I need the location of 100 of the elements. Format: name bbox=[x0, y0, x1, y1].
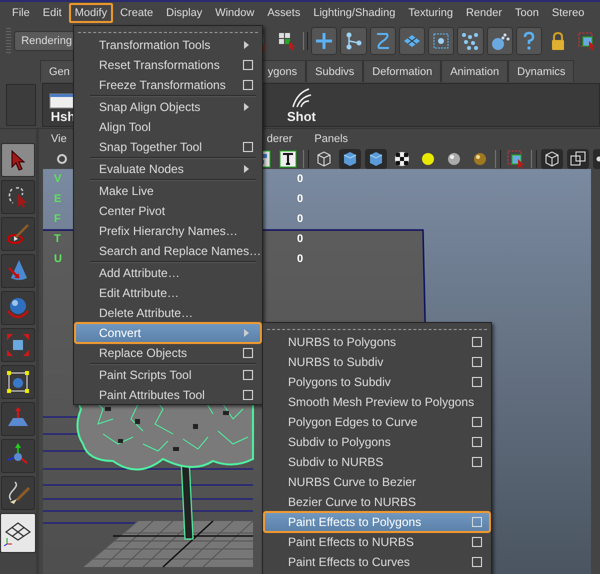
menu-item[interactable]: Render bbox=[460, 3, 508, 23]
menu-item[interactable]: Create bbox=[114, 3, 160, 23]
menu-item[interactable]: Prefix Hierarchy Names… bbox=[75, 221, 261, 241]
checker-ball-icon[interactable] bbox=[393, 150, 411, 168]
select-box-icon[interactable] bbox=[577, 31, 598, 51]
particles-icon[interactable] bbox=[460, 31, 480, 51]
menu-item[interactable]: Subdiv to Polygons bbox=[264, 432, 490, 452]
menu-item[interactable]: Search and Replace Names… bbox=[75, 241, 261, 261]
menu-item[interactable]: Toon bbox=[509, 3, 545, 23]
menu-item[interactable]: Bezier Curve to NURBS bbox=[264, 492, 490, 512]
menu-item[interactable]: Delete Attribute… bbox=[75, 303, 261, 323]
manipulator-icon bbox=[5, 369, 31, 395]
option-box-icon[interactable] bbox=[243, 348, 253, 358]
menu-item[interactable]: Paint Effects to Polygons bbox=[264, 512, 490, 532]
overlap-squares-icon[interactable] bbox=[569, 150, 587, 168]
menu-item[interactable]: Convert bbox=[75, 323, 261, 343]
lattice-icon[interactable] bbox=[431, 31, 452, 51]
menu-item[interactable]: Edit Attribute… bbox=[75, 283, 261, 303]
panel-menu[interactable]: Panels bbox=[314, 133, 348, 145]
tool-button[interactable] bbox=[1, 291, 35, 325]
menu-item[interactable]: Align Tool bbox=[75, 117, 261, 137]
submenu-arrow-icon bbox=[244, 103, 249, 111]
shelf-button-label[interactable]: Shot bbox=[287, 109, 316, 124]
menu-item[interactable]: Lighting/Shading bbox=[307, 3, 402, 23]
hud-value: 0 bbox=[297, 233, 304, 245]
panel-menu[interactable]: Vie bbox=[51, 133, 67, 145]
tool-button[interactable] bbox=[0, 513, 36, 553]
submenu-arrow-icon bbox=[244, 329, 249, 337]
tool-button[interactable] bbox=[1, 328, 35, 362]
menu-item[interactable]: Assets bbox=[261, 3, 306, 23]
camera-icon[interactable] bbox=[56, 152, 68, 166]
hud-label: T bbox=[53, 233, 62, 245]
select-box-icon[interactable] bbox=[506, 149, 526, 169]
hud-label: E bbox=[53, 193, 62, 205]
menu-item[interactable]: Snap Together Tool bbox=[75, 137, 261, 157]
tool-button[interactable] bbox=[1, 143, 35, 177]
menu-item[interactable]: Polygon Edges to Curve bbox=[264, 412, 490, 432]
nodes-icon[interactable] bbox=[344, 31, 364, 51]
menu-item[interactable]: Make Live bbox=[75, 181, 261, 201]
menu-item[interactable]: File bbox=[6, 3, 36, 23]
option-box-icon[interactable] bbox=[472, 437, 482, 447]
tool-button[interactable] bbox=[1, 439, 35, 473]
option-box-icon[interactable] bbox=[243, 390, 253, 400]
option-box-icon[interactable] bbox=[243, 142, 253, 152]
plus-icon[interactable] bbox=[314, 31, 334, 51]
option-box-icon[interactable] bbox=[472, 537, 482, 547]
panel-menu[interactable]: derer bbox=[266, 133, 292, 145]
hud-value: 0 bbox=[297, 213, 304, 225]
option-box-icon[interactable] bbox=[472, 557, 482, 567]
menu-item[interactable]: Add Attribute… bbox=[75, 263, 261, 283]
menu-item[interactable]: NURBS to Subdiv bbox=[264, 352, 490, 372]
sphere-emitter-icon[interactable] bbox=[490, 31, 510, 51]
menu-item[interactable]: Paint Effects to Curves bbox=[264, 552, 490, 572]
option-box-icon[interactable] bbox=[472, 457, 482, 467]
menu-item[interactable]: Smooth Mesh Preview to Polygons bbox=[264, 392, 490, 412]
menu-item[interactable]: NURBS to Polygons bbox=[264, 332, 490, 352]
tool-button[interactable] bbox=[1, 365, 35, 399]
sphere-icon[interactable] bbox=[471, 150, 489, 168]
tool-button[interactable] bbox=[1, 476, 35, 510]
option-box-icon[interactable] bbox=[472, 417, 482, 427]
hud-label: F bbox=[53, 213, 62, 225]
option-box-icon[interactable] bbox=[472, 357, 482, 367]
hud-value: 0 bbox=[297, 193, 304, 205]
light-icon[interactable] bbox=[419, 150, 437, 168]
menu-item[interactable]: Texturing bbox=[402, 3, 459, 23]
option-box-icon[interactable] bbox=[243, 80, 253, 90]
paint-select-icon bbox=[6, 222, 30, 246]
menu-item[interactable]: NURBS Curve to Bezier bbox=[264, 472, 490, 492]
cube-icon[interactable] bbox=[367, 150, 385, 168]
sphere-icon[interactable] bbox=[445, 150, 463, 168]
shelf-tab[interactable]: Animation bbox=[441, 60, 508, 82]
option-box-icon[interactable] bbox=[472, 377, 482, 387]
menu-item[interactable]: Window bbox=[209, 3, 260, 23]
wireframe-cube-icon[interactable] bbox=[315, 150, 333, 168]
option-box-icon[interactable] bbox=[243, 370, 253, 380]
menu-item[interactable]: Subdiv to NURBS bbox=[264, 452, 490, 472]
shelf-tab[interactable]: Deformation bbox=[363, 60, 442, 82]
menu-item[interactable]: Paint Scripts Tool bbox=[75, 365, 261, 385]
plane-grid-icon bbox=[3, 520, 33, 546]
wireframe-cube-icon[interactable] bbox=[543, 150, 561, 168]
menu-item[interactable]: Display bbox=[160, 3, 208, 23]
option-box-icon[interactable] bbox=[472, 337, 482, 347]
menu-item[interactable]: Center Pivot bbox=[75, 201, 261, 221]
menu-item[interactable]: Modify bbox=[68, 3, 114, 23]
shelf-tab[interactable]: Subdivs bbox=[306, 60, 364, 82]
option-box-icon[interactable] bbox=[243, 60, 253, 70]
menu-item[interactable]: Paint Effects to NURBS bbox=[264, 532, 490, 552]
menu-item[interactable]: Replace Objects bbox=[75, 343, 261, 363]
menu-item[interactable]: Snap Align Objects bbox=[75, 97, 261, 117]
menu-item[interactable]: Paint Attributes Tool bbox=[75, 385, 261, 405]
grid-select-icon[interactable] bbox=[276, 31, 297, 51]
hud-label: U bbox=[53, 253, 63, 265]
text-icon[interactable] bbox=[279, 150, 297, 168]
shaded-cube-icon[interactable] bbox=[341, 150, 359, 168]
menu-item[interactable]: Evaluate Nodes bbox=[75, 159, 261, 179]
menu-item[interactable]: Polygons to Subdiv bbox=[264, 372, 490, 392]
menu-item[interactable]: Stereo bbox=[546, 3, 590, 23]
hud-value: 0 bbox=[297, 173, 304, 185]
shelf-tab[interactable]: Dynamics bbox=[508, 60, 574, 82]
menu-item[interactable]: Edit bbox=[36, 3, 68, 23]
